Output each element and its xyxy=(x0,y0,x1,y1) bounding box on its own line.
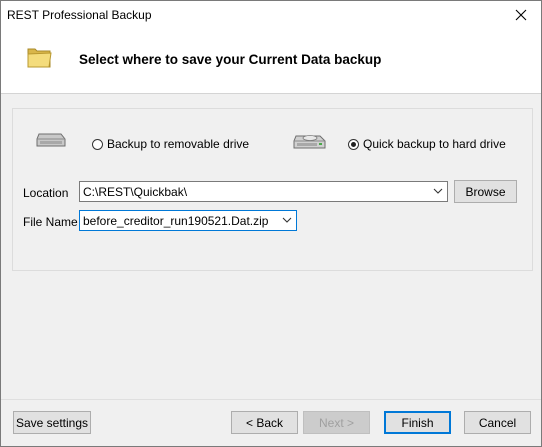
filename-label: File Name xyxy=(23,215,78,229)
chevron-down-icon[interactable] xyxy=(433,187,443,195)
title-bar: REST Professional Backup xyxy=(1,1,541,31)
removable-drive-icon xyxy=(36,133,66,147)
backup-dialog: REST Professional Backup Select where to… xyxy=(0,0,542,447)
removable-drive-option[interactable]: Backup to removable drive xyxy=(92,137,249,151)
wizard-header: Select where to save your Current Data b… xyxy=(1,31,541,94)
finish-button[interactable]: Finish xyxy=(384,411,451,434)
window-title: REST Professional Backup xyxy=(7,8,152,22)
back-label: < Back xyxy=(245,415,284,430)
close-icon xyxy=(515,9,527,21)
page-title: Select where to save your Current Data b… xyxy=(79,52,382,67)
close-button[interactable] xyxy=(501,1,541,29)
footer-divider xyxy=(1,399,541,400)
finish-label: Finish xyxy=(401,415,434,430)
hard-drive-icon xyxy=(293,135,326,149)
hard-drive-radio[interactable] xyxy=(348,138,359,150)
next-button[interactable]: Next > xyxy=(303,411,370,434)
destination-panel: Backup to removable drive Quick backup t… xyxy=(12,108,533,271)
save-settings-button[interactable]: Save settings xyxy=(13,411,91,434)
chevron-down-icon[interactable] xyxy=(282,216,292,224)
next-label: Next > xyxy=(318,415,354,430)
location-combobox[interactable]: C:\REST\Quickbak\ xyxy=(79,181,448,202)
location-value: C:\REST\Quickbak\ xyxy=(83,185,188,199)
filename-value: before_creditor_run190521.Dat.zip xyxy=(83,214,269,228)
removable-drive-label: Backup to removable drive xyxy=(107,137,250,151)
removable-drive-radio[interactable] xyxy=(92,138,103,150)
folder-icon xyxy=(27,48,52,68)
save-settings-label: Save settings xyxy=(15,415,89,430)
cancel-button[interactable]: Cancel xyxy=(464,411,531,434)
browse-button[interactable]: Browse xyxy=(454,180,517,203)
filename-combobox[interactable]: before_creditor_run190521.Dat.zip xyxy=(79,210,297,231)
back-button[interactable]: < Back xyxy=(231,411,298,434)
browse-label: Browse xyxy=(465,184,506,199)
hard-drive-label: Quick backup to hard drive xyxy=(363,137,506,151)
location-label: Location xyxy=(23,186,69,200)
hard-drive-option[interactable]: Quick backup to hard drive xyxy=(348,137,506,151)
cancel-label: Cancel xyxy=(478,415,517,430)
